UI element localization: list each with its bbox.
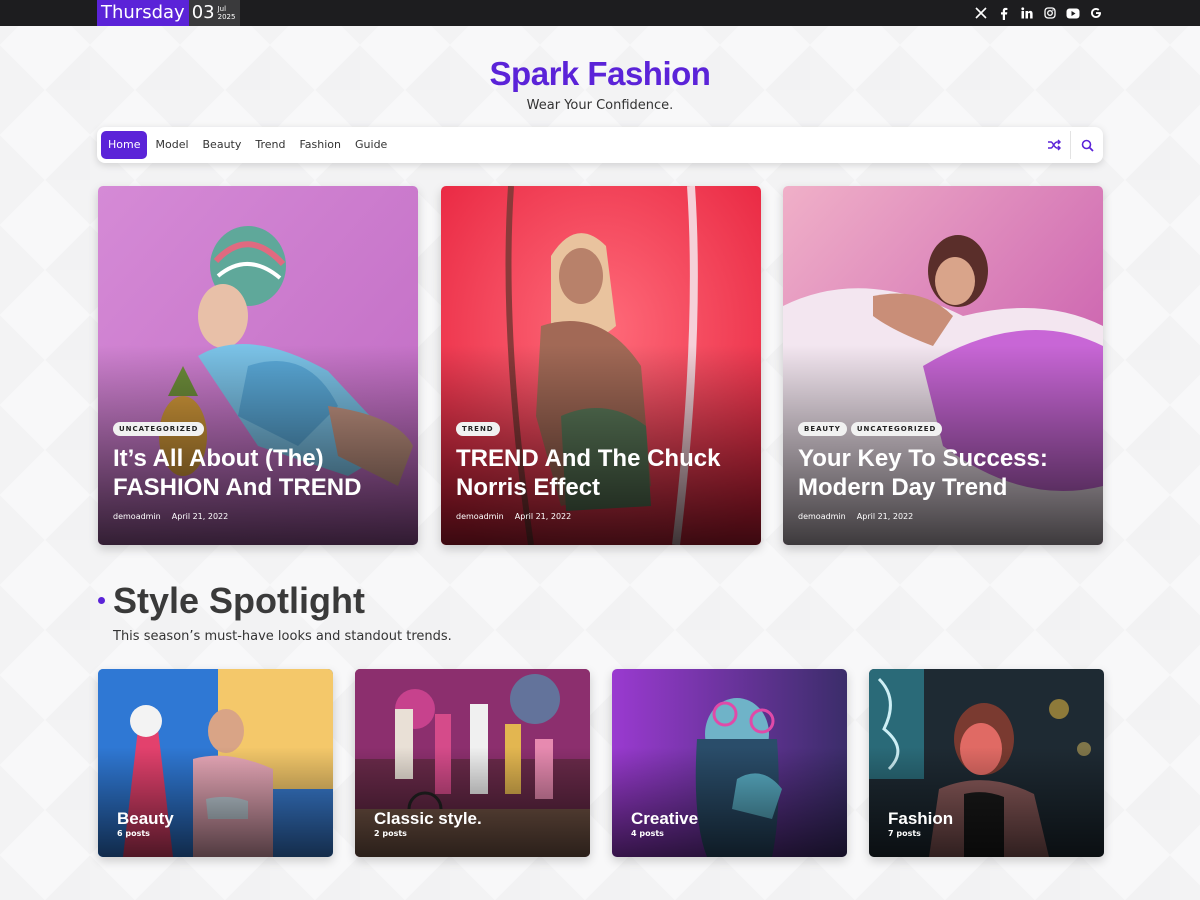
site-title[interactable]: Spark Fashion: [0, 55, 1200, 93]
category-card-fashion[interactable]: Fashion 7 posts: [869, 669, 1104, 857]
linkedin-icon[interactable]: [1019, 6, 1034, 21]
instagram-icon[interactable]: [1042, 6, 1057, 21]
date-number: 03: [191, 2, 215, 23]
shuffle-icon: [1048, 139, 1061, 151]
section-subtitle: This season’s must-have looks and stando…: [113, 629, 452, 644]
category-name[interactable]: Beauty: [117, 809, 174, 829]
nav-item-home[interactable]: Home: [101, 131, 148, 159]
search-icon: [1081, 139, 1094, 152]
category-name[interactable]: Creative: [631, 809, 698, 829]
nav-item-fashion[interactable]: Fashion: [292, 131, 348, 159]
tag-badge[interactable]: UNCATEGORIZED: [113, 422, 205, 436]
category-overlay: [869, 747, 1104, 857]
nav-item-trend[interactable]: Trend: [248, 131, 292, 159]
post-title[interactable]: TREND And The Chuck Norris Effect: [456, 444, 746, 502]
category-overlay: [98, 747, 333, 857]
date-month: Jul: [217, 5, 227, 13]
x-icon[interactable]: [973, 6, 988, 21]
site-tagline: Wear Your Confidence.: [526, 98, 674, 113]
category-overlay: [612, 747, 847, 857]
post-author[interactable]: demoadmin: [456, 512, 504, 521]
category-content: Fashion 7 posts: [888, 809, 953, 838]
facebook-icon[interactable]: [996, 6, 1011, 21]
tag-badge[interactable]: TREND: [456, 422, 500, 436]
shuffle-button[interactable]: [1038, 127, 1070, 163]
post-author[interactable]: demoadmin: [113, 512, 161, 521]
category-name[interactable]: Classic style.: [374, 809, 482, 829]
nav-item-beauty[interactable]: Beauty: [196, 131, 249, 159]
post-date[interactable]: April 21, 2022: [515, 512, 571, 521]
hero-content: BEAUTY UNCATEGORIZED Your Key To Success…: [798, 422, 1088, 521]
post-tags: TREND: [456, 422, 746, 436]
category-count: 4 posts: [631, 829, 664, 838]
tag-badge[interactable]: UNCATEGORIZED: [850, 422, 943, 436]
hero-post-card[interactable]: UNCATEGORIZED It’s All About (The) FASHI…: [98, 186, 418, 545]
top-bar: Thursday 03 Jul 2025: [0, 0, 1200, 26]
category-card-beauty[interactable]: Beauty 6 posts: [98, 669, 333, 857]
category-card-classic-style[interactable]: Classic style. 2 posts: [355, 669, 590, 857]
date-widget: Thursday 03 Jul 2025: [97, 0, 241, 26]
google-icon[interactable]: [1088, 6, 1103, 21]
date-detail: 03 Jul 2025: [188, 0, 241, 26]
search-button[interactable]: [1071, 127, 1103, 163]
post-author[interactable]: demoadmin: [798, 512, 846, 521]
hero-content: UNCATEGORIZED It’s All About (The) FASHI…: [113, 422, 403, 521]
youtube-icon[interactable]: [1065, 6, 1080, 21]
date-year: 2025: [217, 13, 236, 21]
post-meta: demoadmin April 21, 2022: [456, 512, 746, 521]
date-day: Thursday: [97, 0, 189, 26]
category-content: Creative 4 posts: [631, 809, 698, 838]
hero-post-card[interactable]: TREND TREND And The Chuck Norris Effect …: [441, 186, 761, 545]
category-content: Classic style. 2 posts: [374, 809, 482, 838]
social-links: [973, 0, 1103, 26]
category-count: 6 posts: [117, 829, 150, 838]
category-card-creative[interactable]: Creative 4 posts: [612, 669, 847, 857]
post-meta: demoadmin April 21, 2022: [113, 512, 403, 521]
nav-actions: [1038, 127, 1103, 163]
post-title[interactable]: Your Key To Success: Modern Day Trend: [798, 444, 1088, 502]
post-meta: demoadmin April 21, 2022: [798, 512, 1088, 521]
main-nav: Home Model Beauty Trend Fashion Guide: [97, 127, 1103, 163]
category-content: Beauty 6 posts: [117, 809, 174, 838]
nav-item-model[interactable]: Model: [148, 131, 195, 159]
section-bullet: [98, 597, 105, 604]
post-title[interactable]: It’s All About (The) FASHION And TREND: [113, 444, 403, 502]
post-date[interactable]: April 21, 2022: [857, 512, 913, 521]
post-tags: UNCATEGORIZED: [113, 422, 403, 436]
category-overlay: [355, 747, 590, 857]
category-name[interactable]: Fashion: [888, 809, 953, 829]
section-title: Style Spotlight: [113, 580, 365, 621]
nav-item-guide[interactable]: Guide: [348, 131, 394, 159]
category-count: 7 posts: [888, 829, 921, 838]
hero-content: TREND TREND And The Chuck Norris Effect …: [456, 422, 746, 521]
post-tags: BEAUTY UNCATEGORIZED: [798, 422, 1088, 436]
hero-post-card[interactable]: BEAUTY UNCATEGORIZED Your Key To Success…: [783, 186, 1103, 545]
post-date[interactable]: April 21, 2022: [172, 512, 228, 521]
tag-badge[interactable]: BEAUTY: [798, 422, 847, 436]
date-month-year: Jul 2025: [218, 5, 236, 21]
category-count: 2 posts: [374, 829, 407, 838]
